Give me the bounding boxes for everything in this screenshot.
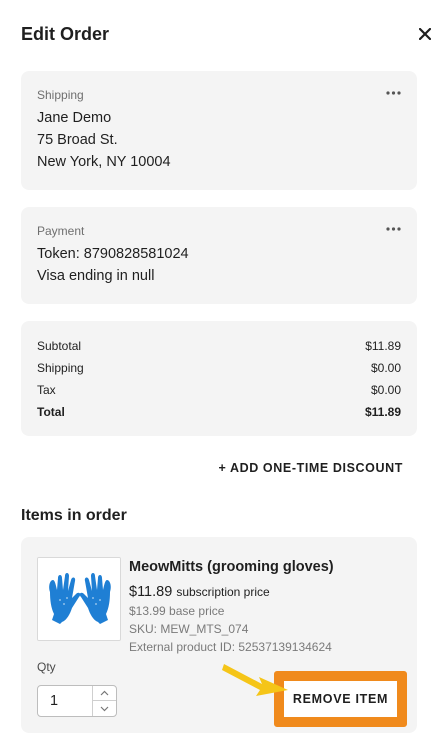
summary-value: $0.00 xyxy=(370,383,401,397)
external-product-id: External product ID: 52537139134624 xyxy=(129,640,332,654)
order-item-card: MeowMitts (grooming gloves) $11.89 subsc… xyxy=(21,537,417,733)
subscription-price: $11.89 subscription price xyxy=(129,584,409,600)
base-price: $13.99 base price xyxy=(129,604,225,618)
summary-row-total: Total $11.89 xyxy=(37,401,401,423)
chevron-down-icon xyxy=(100,706,109,711)
product-name: MeowMitts (grooming gloves) xyxy=(129,559,334,575)
summary-label: Total xyxy=(37,405,65,419)
close-button[interactable] xyxy=(417,24,433,44)
more-icon xyxy=(385,227,401,231)
product-image xyxy=(37,557,121,641)
summary-row-tax: Tax $0.00 xyxy=(37,379,401,401)
remove-item-button[interactable]: REMOVE ITEM xyxy=(284,681,397,717)
pointer-arrow-icon xyxy=(222,664,288,696)
decrement-button[interactable] xyxy=(93,701,116,716)
summary-value: $0.00 xyxy=(370,361,401,375)
qty-label: Qty xyxy=(37,660,56,674)
shipping-label: Shipping xyxy=(37,88,84,102)
shipping-street: 75 Broad St. xyxy=(37,132,118,148)
items-section-title: Items in order xyxy=(21,507,127,524)
increment-button[interactable] xyxy=(93,686,116,701)
payment-more-button[interactable] xyxy=(385,221,401,237)
quantity-input[interactable]: 1 xyxy=(50,693,58,709)
payment-card: Payment Token: 8790828581024 Visa ending… xyxy=(21,207,417,304)
header: Edit Order xyxy=(21,22,433,48)
sku: SKU: MEW_MTS_074 xyxy=(129,622,249,636)
gloves-image xyxy=(38,558,120,640)
summary-value: $11.89 xyxy=(364,405,401,419)
summary-label: Subtotal xyxy=(37,339,82,353)
summary-label: Shipping xyxy=(37,361,84,375)
remove-item-highlight: REMOVE ITEM xyxy=(274,671,407,727)
shipping-more-button[interactable] xyxy=(385,85,401,101)
summary-row-shipping: Shipping $0.00 xyxy=(37,357,401,379)
summary-row-subtotal: Subtotal $11.89 xyxy=(37,335,401,357)
quantity-spinner xyxy=(92,686,116,716)
price-value: $11.89 xyxy=(129,584,173,600)
payment-token: Token: 8790828581024 xyxy=(37,246,189,262)
summary-value: $11.89 xyxy=(365,339,401,353)
payment-card-desc: Visa ending in null xyxy=(37,268,155,284)
price-suffix: subscription price xyxy=(176,585,270,599)
payment-label: Payment xyxy=(37,224,85,238)
quantity-stepper[interactable]: 1 xyxy=(37,685,117,717)
summary-label: Tax xyxy=(37,383,56,397)
order-summary-card: Subtotal $11.89 Shipping $0.00 Tax $0.00… xyxy=(21,321,417,436)
close-icon xyxy=(419,28,431,40)
shipping-city: New York, NY 10004 xyxy=(37,154,171,170)
shipping-name: Jane Demo xyxy=(37,110,112,126)
chevron-up-icon xyxy=(100,690,109,696)
more-icon xyxy=(385,91,401,95)
add-discount-button[interactable]: + ADD ONE-TIME DISCOUNT xyxy=(218,461,403,475)
shipping-card: Shipping Jane Demo 75 Broad St. New York… xyxy=(21,71,417,190)
item-details: MeowMitts (grooming gloves) $11.89 subsc… xyxy=(129,559,409,656)
page-title: Edit Order xyxy=(21,24,110,44)
